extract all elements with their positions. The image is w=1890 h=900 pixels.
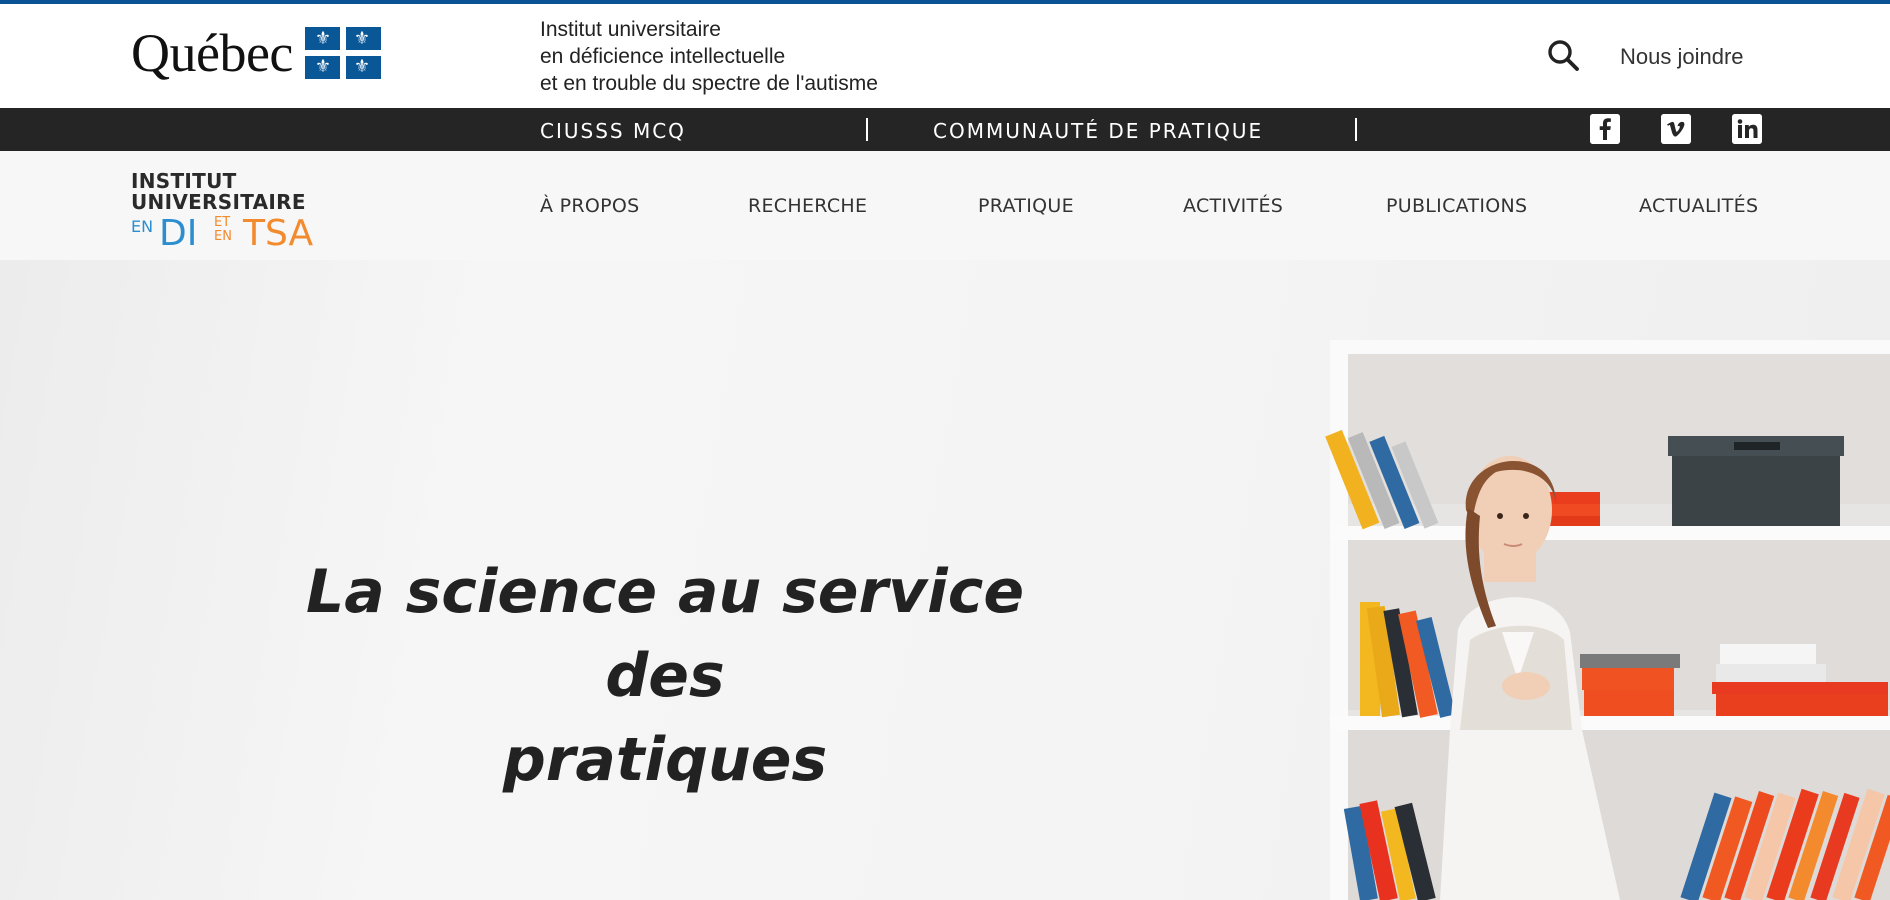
communaute-de-pratique-link[interactable]: COMMUNAUTÉ DE PRATIQUE xyxy=(933,119,1263,143)
logo-tsa: TSA xyxy=(243,213,314,254)
nav-item-recherche[interactable]: RECHERCHE xyxy=(748,195,867,217)
ciusss-mcq-link[interactable]: CIUSSS MCQ xyxy=(540,119,686,143)
logo-line-di-tsa: EN DI ET EN TSA xyxy=(131,213,313,254)
logo-line: INSTITUT xyxy=(131,169,237,193)
nav-item-publications[interactable]: PUBLICATIONS xyxy=(1386,195,1527,217)
search-button[interactable] xyxy=(1546,38,1580,72)
logo-di: DI xyxy=(159,213,198,254)
logo-en: EN xyxy=(214,229,232,244)
institute-title-line: en déficience intellectuelle xyxy=(540,45,786,68)
quebec-logo[interactable]: Québec ⚜ ⚜ ⚜ ⚜ xyxy=(131,26,381,80)
search-icon xyxy=(1548,40,1579,71)
quebec-flag-icon: ⚜ ⚜ ⚜ ⚜ xyxy=(304,27,381,79)
logo-et-en: ET EN xyxy=(214,216,232,244)
nav-item-a-propos[interactable]: À PROPOS xyxy=(540,195,640,217)
institut-logo[interactable]: INSTITUT UNIVERSITAIRE EN DI ET EN TSA xyxy=(131,169,313,254)
facebook-icon[interactable] xyxy=(1590,114,1620,144)
nav-item-actualites[interactable]: ACTUALITÉS xyxy=(1639,195,1758,217)
hero-title: La science au service des pratiques xyxy=(250,550,1080,802)
hero-title-line: La science au service des xyxy=(305,557,1025,711)
divider xyxy=(1355,118,1357,141)
main-navigation: INSTITUT UNIVERSITAIRE EN DI ET EN TSA À… xyxy=(0,151,1890,260)
utility-bar: CIUSSS MCQ COMMUNAUTÉ DE PRATIQUE xyxy=(0,108,1890,151)
hero-banner: La science au service des pratiques xyxy=(0,260,1890,900)
institute-title-line: Institut universitaire xyxy=(540,18,721,41)
linkedin-icon[interactable] xyxy=(1732,114,1762,144)
divider xyxy=(866,118,868,141)
institute-title: Institut universitaire en déficience int… xyxy=(540,16,878,97)
quebec-logo-text: Québec xyxy=(131,23,293,83)
site-header: Québec ⚜ ⚜ ⚜ ⚜ Institut universitaire en… xyxy=(0,4,1890,108)
institute-title-line: et en trouble du spectre de l'autisme xyxy=(540,72,878,95)
contact-link[interactable]: Nous joindre xyxy=(1620,44,1744,70)
nav-item-activites[interactable]: ACTIVITÉS xyxy=(1183,195,1283,217)
hero-photo-child-bookshelf xyxy=(1325,340,1890,900)
nav-item-pratique[interactable]: PRATIQUE xyxy=(978,195,1074,217)
hero-title-line: pratiques xyxy=(502,725,828,795)
logo-line: UNIVERSITAIRE xyxy=(131,190,306,214)
logo-et: ET xyxy=(214,215,231,230)
vimeo-icon[interactable] xyxy=(1661,114,1691,144)
logo-en: EN xyxy=(131,217,154,236)
